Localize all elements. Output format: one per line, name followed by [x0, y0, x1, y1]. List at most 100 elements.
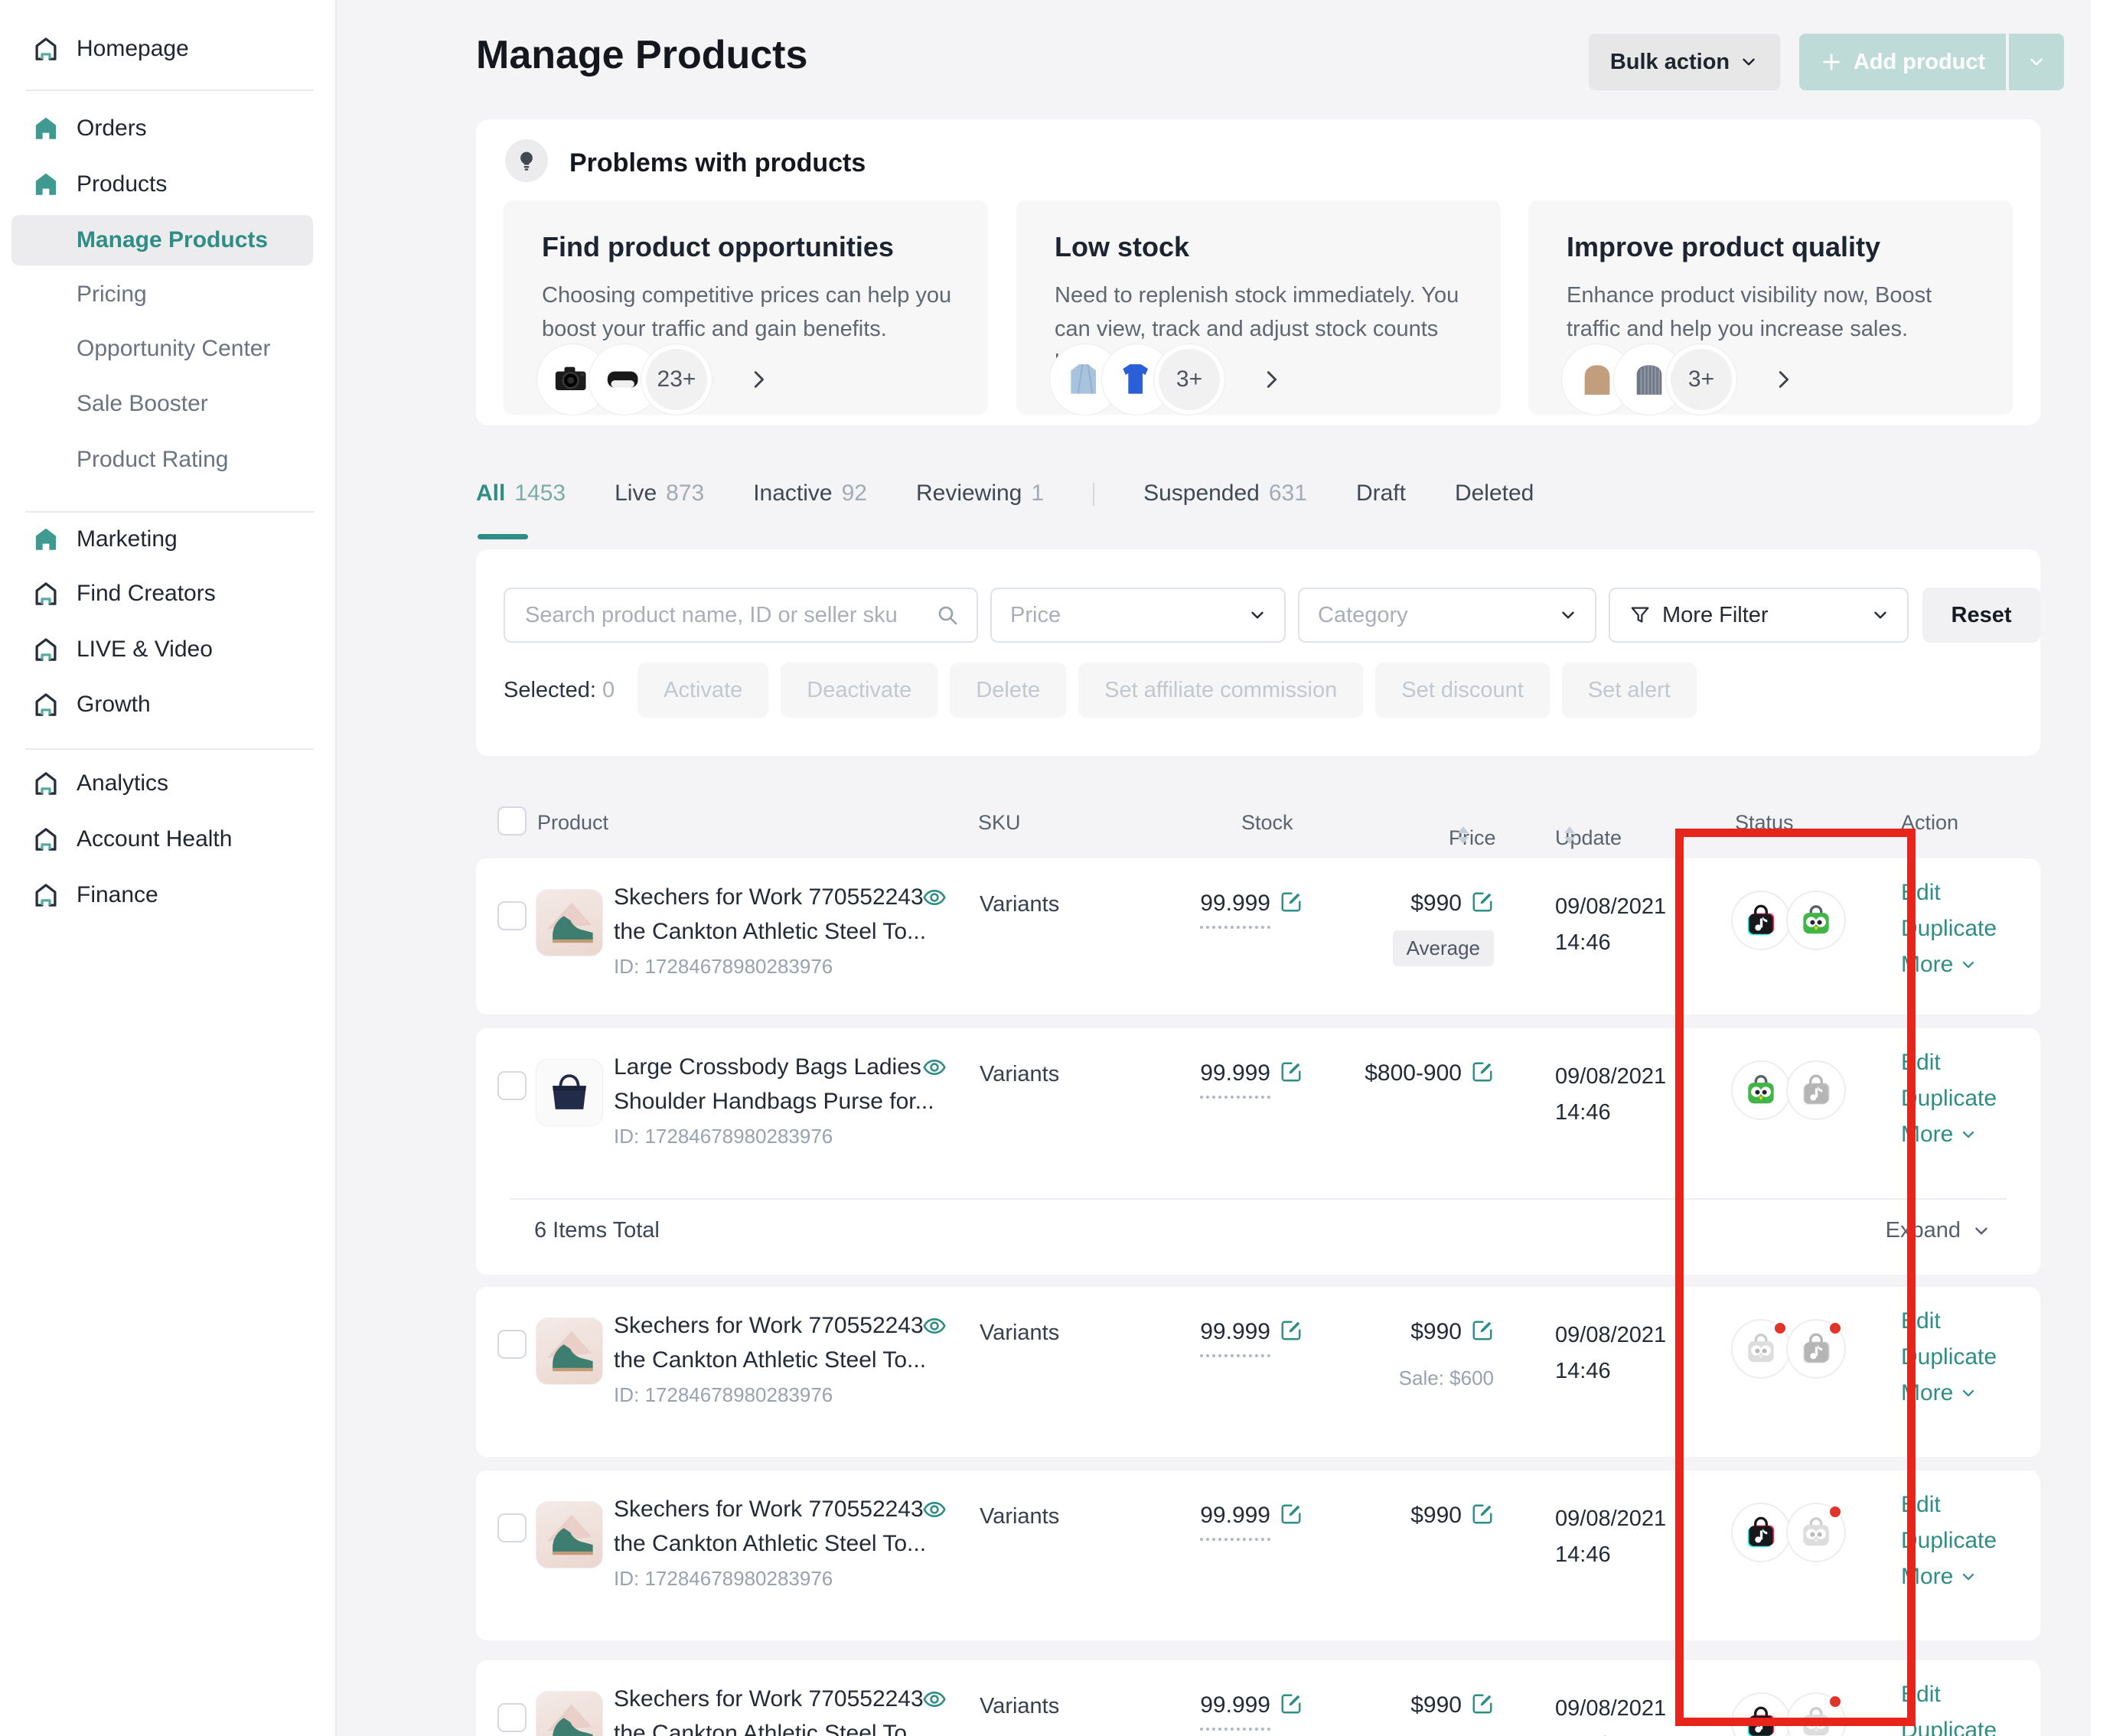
- tab-live[interactable]: Live873: [615, 480, 704, 506]
- row-checkbox[interactable]: [497, 901, 527, 930]
- product-id: ID: 17284678980283976: [614, 1125, 833, 1148]
- card-description: Enhance product visibility now, Boost tr…: [1567, 278, 1980, 346]
- search-field[interactable]: [504, 588, 978, 643]
- edit-price-icon[interactable]: [1471, 1060, 1494, 1083]
- sidebar-divider: [25, 90, 314, 91]
- sidebar-item-live-video[interactable]: LIVE & Video: [0, 625, 335, 674]
- account-health-icon: [31, 824, 61, 855]
- category-filter-select[interactable]: Category: [1298, 588, 1596, 643]
- sidebar-item-orders[interactable]: Orders: [0, 104, 335, 153]
- tab-deleted[interactable]: Deleted: [1455, 480, 1534, 506]
- filter-funnel-icon: [1629, 604, 1652, 627]
- search-icon[interactable]: [935, 603, 960, 627]
- sidebar-item-opportunity-center[interactable]: Opportunity Center: [0, 324, 335, 373]
- stock-value: 99.999: [1200, 891, 1270, 929]
- deactivate-button[interactable]: Deactivate: [781, 663, 937, 718]
- sidebar-item-growth[interactable]: Growth: [0, 680, 335, 729]
- sidebar-item-label: Marketing: [77, 526, 178, 552]
- stock-cell: 99.999: [1111, 891, 1303, 929]
- count-badge: 3+: [1154, 344, 1224, 415]
- chevron-right-icon[interactable]: [747, 368, 770, 391]
- card-thumbnails: 23+: [537, 344, 770, 415]
- column-sku: SKU: [978, 811, 1021, 835]
- reset-button[interactable]: Reset: [1922, 588, 2040, 643]
- sidebar-item-manage-products[interactable]: Manage Products: [0, 216, 335, 265]
- search-input[interactable]: [523, 602, 935, 629]
- card-find-product-opportunities[interactable]: Find product opportunities Choosing comp…: [504, 200, 988, 415]
- update-cell: 09/08/2021 14:46: [1555, 1501, 1666, 1573]
- preview-eye-icon[interactable]: [921, 884, 947, 910]
- set-alert-button[interactable]: Set alert: [1562, 663, 1697, 718]
- sidebar-item-label: Pricing: [77, 282, 147, 308]
- price-cell: $990: [1287, 1692, 1494, 1718]
- row-checkbox[interactable]: [497, 1071, 527, 1100]
- card-improve-product-quality[interactable]: Improve product quality Enhance product …: [1528, 200, 2013, 415]
- select-all-checkbox[interactable]: [497, 806, 527, 835]
- sidebar-item-finance[interactable]: Finance: [0, 871, 335, 920]
- edit-price-icon[interactable]: [1471, 1692, 1494, 1715]
- bulk-selection-bar: Selected: 0 Activate Deactivate Delete S…: [504, 663, 1697, 718]
- sidebar-item-find-creators[interactable]: Find Creators: [0, 569, 335, 618]
- row-checkbox[interactable]: [497, 1513, 527, 1542]
- sidebar-item-analytics[interactable]: Analytics: [0, 759, 335, 808]
- row-checkbox[interactable]: [497, 1703, 527, 1732]
- lightbulb-icon: [505, 139, 548, 182]
- chevron-down-icon: [2027, 52, 2046, 72]
- growth-icon: [31, 689, 61, 720]
- add-product-button[interactable]: Add product: [1799, 34, 2006, 90]
- edit-price-icon[interactable]: [1471, 891, 1494, 914]
- edit-price-icon[interactable]: [1471, 1503, 1494, 1526]
- column-product: Product: [537, 811, 608, 835]
- delete-button[interactable]: Delete: [950, 663, 1066, 718]
- tab-reviewing[interactable]: Reviewing1: [916, 480, 1044, 506]
- sidebar-item-account-health[interactable]: Account Health: [0, 815, 335, 864]
- set-discount-button[interactable]: Set discount: [1375, 663, 1550, 718]
- edit-price-icon[interactable]: [1471, 1319, 1494, 1342]
- tab-suspended[interactable]: Suspended631: [1143, 480, 1307, 506]
- sort-icon[interactable]: [1458, 826, 1469, 844]
- preview-eye-icon[interactable]: [921, 1497, 947, 1523]
- sidebar-item-homepage[interactable]: Homepage: [0, 24, 335, 73]
- sidebar-item-products[interactable]: Products: [0, 160, 335, 209]
- sort-icon[interactable]: [1564, 826, 1575, 844]
- bulk-action-button[interactable]: Bulk action: [1589, 34, 1780, 90]
- chevron-right-icon[interactable]: [1260, 368, 1283, 391]
- more-filter-select[interactable]: More Filter: [1609, 588, 1909, 643]
- tab-all[interactable]: All1453: [476, 480, 566, 506]
- sidebar-item-product-rating[interactable]: Product Rating: [0, 435, 335, 484]
- sidebar-item-marketing[interactable]: Marketing: [0, 515, 335, 564]
- product-name: Skechers for Work 770552243 the Cankton …: [614, 1308, 973, 1377]
- sidebar-divider: [25, 511, 314, 513]
- chevron-down-icon: [1959, 1125, 1978, 1144]
- update-time: 14:46: [1555, 1353, 1666, 1389]
- card-low-stock[interactable]: Low stock Need to replenish stock immedi…: [1016, 200, 1501, 415]
- add-product-dropdown-button[interactable]: [2009, 34, 2064, 90]
- chevron-down-icon: [1971, 1221, 1991, 1241]
- preview-eye-icon[interactable]: [921, 1686, 947, 1712]
- preview-eye-icon[interactable]: [921, 1313, 947, 1339]
- sidebar-item-label: Analytics: [77, 770, 168, 796]
- chevron-down-icon: [1247, 605, 1267, 625]
- price-filter-select[interactable]: Price: [990, 588, 1286, 643]
- update-date: 09/08/2021: [1555, 1317, 1666, 1353]
- stock-value: 99.999: [1200, 1060, 1270, 1099]
- tab-draft[interactable]: Draft: [1356, 480, 1406, 506]
- filter-panel: Price Category More Filter Reset Selecte…: [476, 549, 2040, 756]
- count-badge: 3+: [1666, 344, 1736, 415]
- bulk-action-label: Bulk action: [1610, 50, 1730, 75]
- tab-inactive[interactable]: Inactive92: [753, 480, 867, 506]
- stock-cell: 99.999: [1111, 1319, 1303, 1357]
- page-scrollbar-area: [2091, 0, 2126, 1736]
- finance-icon: [31, 880, 61, 910]
- sku-value: Variants: [980, 1321, 1059, 1346]
- stock-value: 99.999: [1200, 1692, 1270, 1731]
- price-value: $990: [1410, 1503, 1462, 1529]
- sidebar-item-pricing[interactable]: Pricing: [0, 270, 335, 319]
- sidebar-item-sale-booster[interactable]: Sale Booster: [0, 379, 335, 428]
- set-affiliate-commission-button[interactable]: Set affiliate commission: [1078, 663, 1363, 718]
- chevron-right-icon[interactable]: [1772, 368, 1795, 391]
- row-checkbox[interactable]: [497, 1330, 527, 1359]
- orders-icon: [31, 113, 61, 144]
- activate-button[interactable]: Activate: [637, 663, 768, 718]
- preview-eye-icon[interactable]: [921, 1054, 947, 1080]
